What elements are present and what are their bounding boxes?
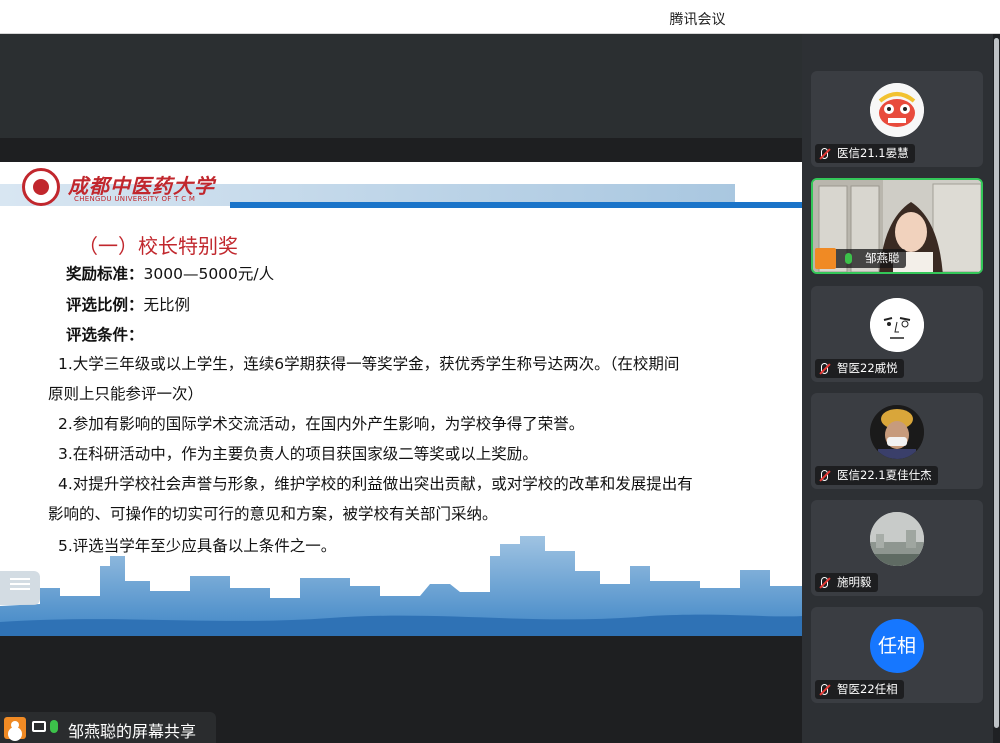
university-logo-icon: [22, 168, 60, 206]
participant-tile[interactable]: 医信21.1晏慧: [811, 71, 983, 167]
participant-name: 医信21.1晏慧: [815, 144, 915, 163]
user-avatar-icon: [815, 248, 836, 269]
participant-name: 智医22戚悦: [815, 359, 904, 378]
title-bar: 腾讯会议: [0, 0, 1000, 34]
mic-on-icon: [50, 720, 58, 733]
mic-muted-icon: [821, 684, 828, 695]
panel-toggle-button[interactable]: [0, 571, 40, 605]
mic-muted-icon: [821, 363, 828, 374]
slide-heading: （一）校长特别奖: [78, 234, 238, 258]
mic-muted-icon: [821, 148, 828, 159]
participant-name: 智医22任相: [815, 680, 904, 699]
mic-on-icon: [845, 253, 852, 264]
university-name-en: CHENGDU UNIVERSITY OF T C M: [74, 195, 196, 203]
presenter-avatar-icon: [4, 717, 26, 739]
text-avatar: 任相: [870, 619, 924, 673]
participant-tile[interactable]: 智医22戚悦: [811, 286, 983, 382]
conditions-label: 评选条件：: [66, 326, 144, 344]
mic-muted-icon: [821, 470, 828, 481]
screen-share-label: 邹燕聪的屏幕共享: [68, 722, 197, 741]
lion-dance-avatar-icon: [870, 83, 924, 137]
screen-share-indicator: 邹燕聪的屏幕共享: [0, 712, 216, 743]
campus-skyline-graphic: [0, 536, 802, 636]
condition-line: 4.对提升学校社会声誉与形象，维护学校的利益做出突出贡献，或对学校的改革和发展提…: [58, 475, 693, 493]
selection-ratio: 评选比例：无比例: [66, 296, 191, 314]
condition-line: 影响的、可操作的切实可行的意见和方案，被学校有关部门采纳。: [48, 505, 498, 523]
participant-tile[interactable]: 施明毅: [811, 500, 983, 596]
screen-share-icon: [32, 721, 46, 732]
condition-line: 1.大学三年级或以上学生，连续6学期获得一等奖学金，获优秀学生称号达两次。（在校…: [58, 355, 680, 373]
participant-name: 施明毅: [815, 573, 878, 592]
participant-tile-speaking[interactable]: 邹燕聪: [811, 178, 983, 274]
participant-name: 邹燕聪: [815, 248, 906, 269]
scrollbar-thumb[interactable]: [994, 38, 999, 728]
avatar-initials: 任相: [877, 635, 916, 657]
condition-line: 3.在科研活动中，作为主要负责人的项目获国家级二等奖或以上奖励。: [58, 445, 538, 463]
top-dark-band: [0, 34, 802, 138]
participant-tile[interactable]: 医信22.1夏佳仕杰: [811, 393, 983, 489]
award-standard: 奖励标准：3000—5000元/人: [66, 265, 275, 283]
slide-header: 成都中医药大学 CHENGDU UNIVERSITY OF T C M: [0, 162, 802, 208]
window-title: 腾讯会议: [669, 12, 726, 28]
cityscape-avatar-icon: [870, 512, 924, 566]
participant-tile[interactable]: 任相 智医22任相: [811, 607, 983, 703]
condition-line: 2.参加有影响的国际学术交流活动，在国内外产生影响，为学校争得了荣誉。: [58, 415, 585, 433]
presentation-slide: 成都中医药大学 CHENGDU UNIVERSITY OF T C M （一）校…: [0, 162, 802, 636]
condition-line: 原则上只能参评一次）: [48, 385, 204, 403]
sketch-face-avatar-icon: [870, 298, 924, 352]
participant-name: 医信22.1夏佳仕杰: [815, 466, 938, 485]
mic-muted-icon: [821, 577, 828, 588]
masked-person-avatar-icon: [870, 405, 924, 459]
